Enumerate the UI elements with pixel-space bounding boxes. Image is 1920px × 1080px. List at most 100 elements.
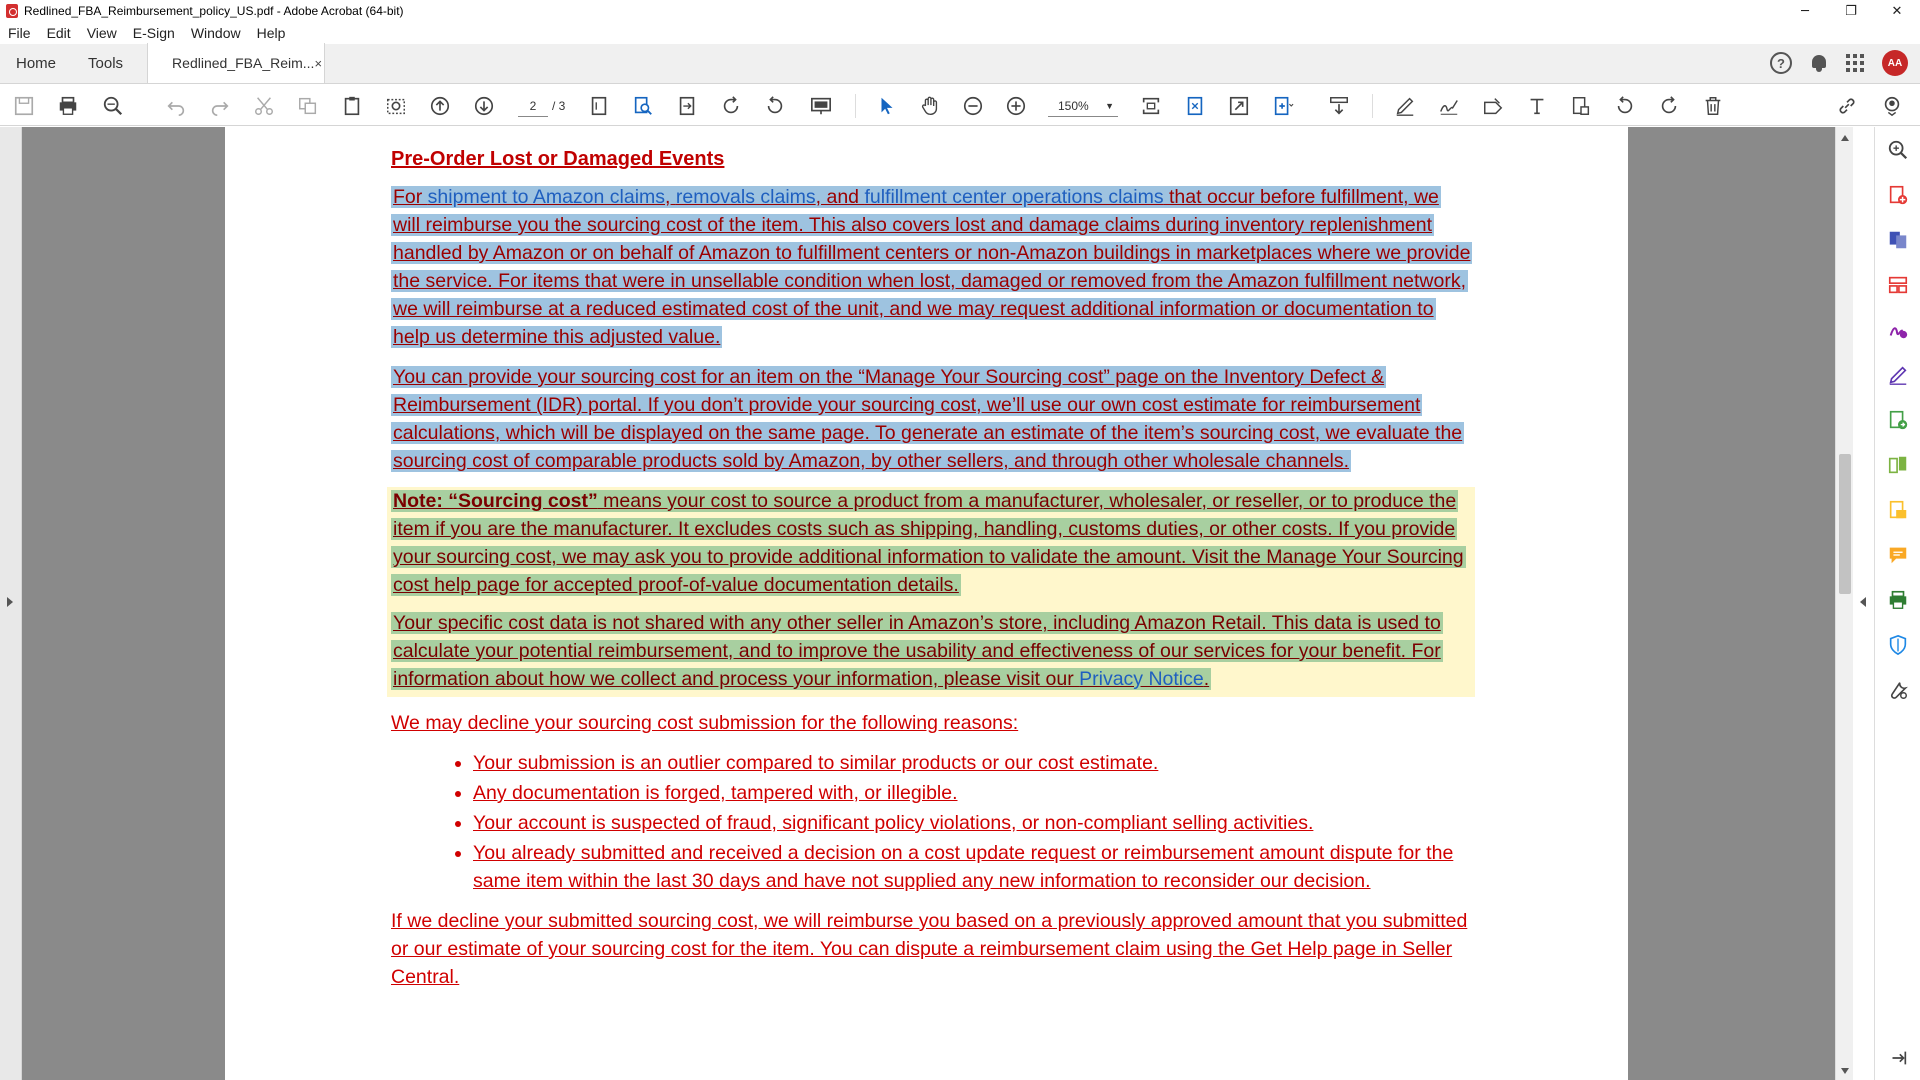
zoom-out-icon[interactable] bbox=[961, 94, 985, 118]
menu-edit[interactable]: Edit bbox=[39, 25, 79, 41]
undo-icon[interactable] bbox=[164, 94, 188, 118]
document-content: Pre-Order Lost or Damaged Events For shi… bbox=[387, 145, 1475, 1003]
hand-icon[interactable] bbox=[918, 94, 942, 118]
expand-icon[interactable] bbox=[1227, 94, 1251, 118]
collapse-panel-icon[interactable] bbox=[1887, 1047, 1909, 1069]
notifications-bell-icon[interactable] bbox=[1810, 53, 1828, 73]
close-tab-icon[interactable]: × bbox=[314, 56, 322, 71]
stamp-icon[interactable] bbox=[1481, 94, 1505, 118]
page-down-icon[interactable] bbox=[472, 94, 496, 118]
paragraph-decline-result: If we decline your submitted sourcing co… bbox=[391, 910, 1468, 988]
save-icon[interactable] bbox=[12, 94, 36, 118]
toolbar: 2 / 3 150% ▼ bbox=[0, 84, 1920, 126]
expand-left-arrow-icon bbox=[7, 597, 13, 607]
cut-icon[interactable] bbox=[252, 94, 276, 118]
scrollbar-thumb[interactable] bbox=[1839, 454, 1851, 594]
create-pdf-icon[interactable] bbox=[1887, 184, 1909, 206]
zoom-search-icon[interactable] bbox=[101, 94, 125, 118]
paragraph-data-privacy: Your specific cost data is not shared wi… bbox=[391, 609, 1471, 693]
snapshot-icon[interactable] bbox=[384, 94, 408, 118]
close-window-button[interactable]: ✕ bbox=[1874, 0, 1920, 22]
share-link-icon[interactable] bbox=[1835, 94, 1859, 118]
more-tools-icon[interactable] bbox=[1887, 679, 1909, 701]
fit-icon[interactable] bbox=[1139, 94, 1163, 118]
page-total: / 3 bbox=[552, 99, 566, 113]
select-arrow-icon[interactable] bbox=[875, 94, 899, 118]
menu-view[interactable]: View bbox=[79, 25, 125, 41]
link-shipment-claims[interactable]: shipment to Amazon claims bbox=[428, 186, 665, 208]
rotate-ccw-icon[interactable] bbox=[763, 94, 787, 118]
page-up-icon[interactable] bbox=[428, 94, 452, 118]
section-heading: Pre-Order Lost or Damaged Events bbox=[391, 148, 725, 170]
help-icon[interactable]: ? bbox=[1770, 52, 1792, 74]
delete-icon[interactable] bbox=[1701, 94, 1725, 118]
menu-help[interactable]: Help bbox=[249, 25, 294, 41]
minimize-button[interactable]: ─ bbox=[1782, 0, 1828, 22]
link-fc-operations-claims[interactable]: fulfillment center operations claims bbox=[864, 186, 1163, 208]
rotate-cw-icon[interactable] bbox=[719, 94, 743, 118]
compare-icon[interactable] bbox=[1887, 454, 1909, 476]
highlighted-text: You can provide your sourcing cost for a… bbox=[391, 366, 1465, 472]
avatar[interactable]: AA bbox=[1882, 50, 1908, 76]
print-icon[interactable] bbox=[56, 94, 80, 118]
vertical-scrollbar[interactable] bbox=[1835, 127, 1853, 1080]
privacy-notice-link[interactable]: Privacy Notice bbox=[1079, 668, 1204, 690]
restore-button[interactable]: ❐ bbox=[1828, 0, 1874, 22]
document-tab-label: Redlined_FBA_Reim... bbox=[172, 55, 315, 71]
left-navigation-pane-toggle[interactable] bbox=[0, 127, 22, 1080]
menu-window[interactable]: Window bbox=[183, 25, 249, 41]
sign-icon[interactable] bbox=[1437, 94, 1461, 118]
export-pdf-icon[interactable] bbox=[1887, 409, 1909, 431]
scan-icon[interactable] bbox=[1887, 499, 1909, 521]
paragraph-sourcing-cost: You can provide your sourcing cost for a… bbox=[391, 363, 1471, 475]
text-icon[interactable] bbox=[1525, 94, 1549, 118]
redo-icon[interactable] bbox=[208, 94, 232, 118]
highlight-pen-icon[interactable] bbox=[1393, 94, 1417, 118]
comment-icon[interactable] bbox=[1887, 544, 1909, 566]
zoom-panel-icon[interactable] bbox=[1887, 139, 1909, 161]
page-icon[interactable] bbox=[587, 94, 611, 118]
list-item: Your account is suspected of fraud, sign… bbox=[473, 809, 1471, 837]
edit-icon[interactable] bbox=[1887, 364, 1909, 386]
search-doc-icon[interactable] bbox=[631, 94, 655, 118]
export-icon[interactable] bbox=[1569, 94, 1593, 118]
zoom-in-icon[interactable] bbox=[1004, 94, 1028, 118]
toolbar-separator bbox=[1372, 94, 1373, 118]
download-icon[interactable] bbox=[1327, 94, 1351, 118]
window-controls: ─ ❐ ✕ bbox=[1782, 0, 1920, 22]
undo2-icon[interactable] bbox=[1613, 94, 1637, 118]
scroll-down-arrow-icon[interactable] bbox=[1841, 1068, 1849, 1074]
page-number-input[interactable]: 2 bbox=[518, 95, 548, 117]
scroll-up-arrow-icon[interactable] bbox=[1841, 135, 1849, 141]
extract-icon[interactable] bbox=[675, 94, 699, 118]
link-removals-claims[interactable]: removals claims bbox=[676, 186, 816, 208]
organize-icon[interactable] bbox=[1887, 274, 1909, 296]
print-production-icon[interactable] bbox=[1887, 589, 1909, 611]
account-area: ? AA bbox=[1770, 50, 1908, 76]
apps-grid-icon[interactable] bbox=[1846, 54, 1864, 72]
acrobat-icon bbox=[6, 4, 18, 18]
account-icon[interactable] bbox=[1880, 94, 1904, 118]
menu-file[interactable]: File bbox=[0, 25, 39, 41]
protect-icon[interactable] bbox=[1887, 634, 1909, 656]
tab-bar: Home Tools Redlined_FBA_Reim... × ? AA bbox=[0, 43, 1920, 84]
fill-sign-icon[interactable] bbox=[1887, 319, 1909, 341]
combine-icon[interactable] bbox=[1887, 229, 1909, 251]
note-block: Note: “Sourcing cost” means your cost to… bbox=[387, 487, 1475, 697]
window-title: Redlined_FBA_Reimbursement_policy_US.pdf… bbox=[24, 4, 404, 18]
zoom-level: 150% bbox=[1058, 99, 1089, 113]
list-item: Your submission is an outlier compared t… bbox=[473, 749, 1471, 777]
zoom-level-select[interactable]: 150% ▼ bbox=[1048, 95, 1118, 117]
menu-esign[interactable]: E-Sign bbox=[125, 25, 183, 41]
tab-home[interactable]: Home bbox=[0, 44, 72, 83]
copy-icon[interactable] bbox=[296, 94, 320, 118]
tab-document[interactable]: Redlined_FBA_Reim... × bbox=[147, 43, 326, 83]
tab-tools[interactable]: Tools bbox=[72, 44, 139, 83]
crop-icon[interactable] bbox=[1183, 94, 1207, 118]
redo2-icon[interactable] bbox=[1657, 94, 1681, 118]
right-pane-toggle[interactable] bbox=[1853, 127, 1875, 1080]
insert-page-icon[interactable] bbox=[1271, 94, 1295, 118]
paste-icon[interactable] bbox=[340, 94, 364, 118]
collapse-right-arrow-icon bbox=[1860, 597, 1866, 607]
presentation-icon[interactable] bbox=[809, 94, 833, 118]
